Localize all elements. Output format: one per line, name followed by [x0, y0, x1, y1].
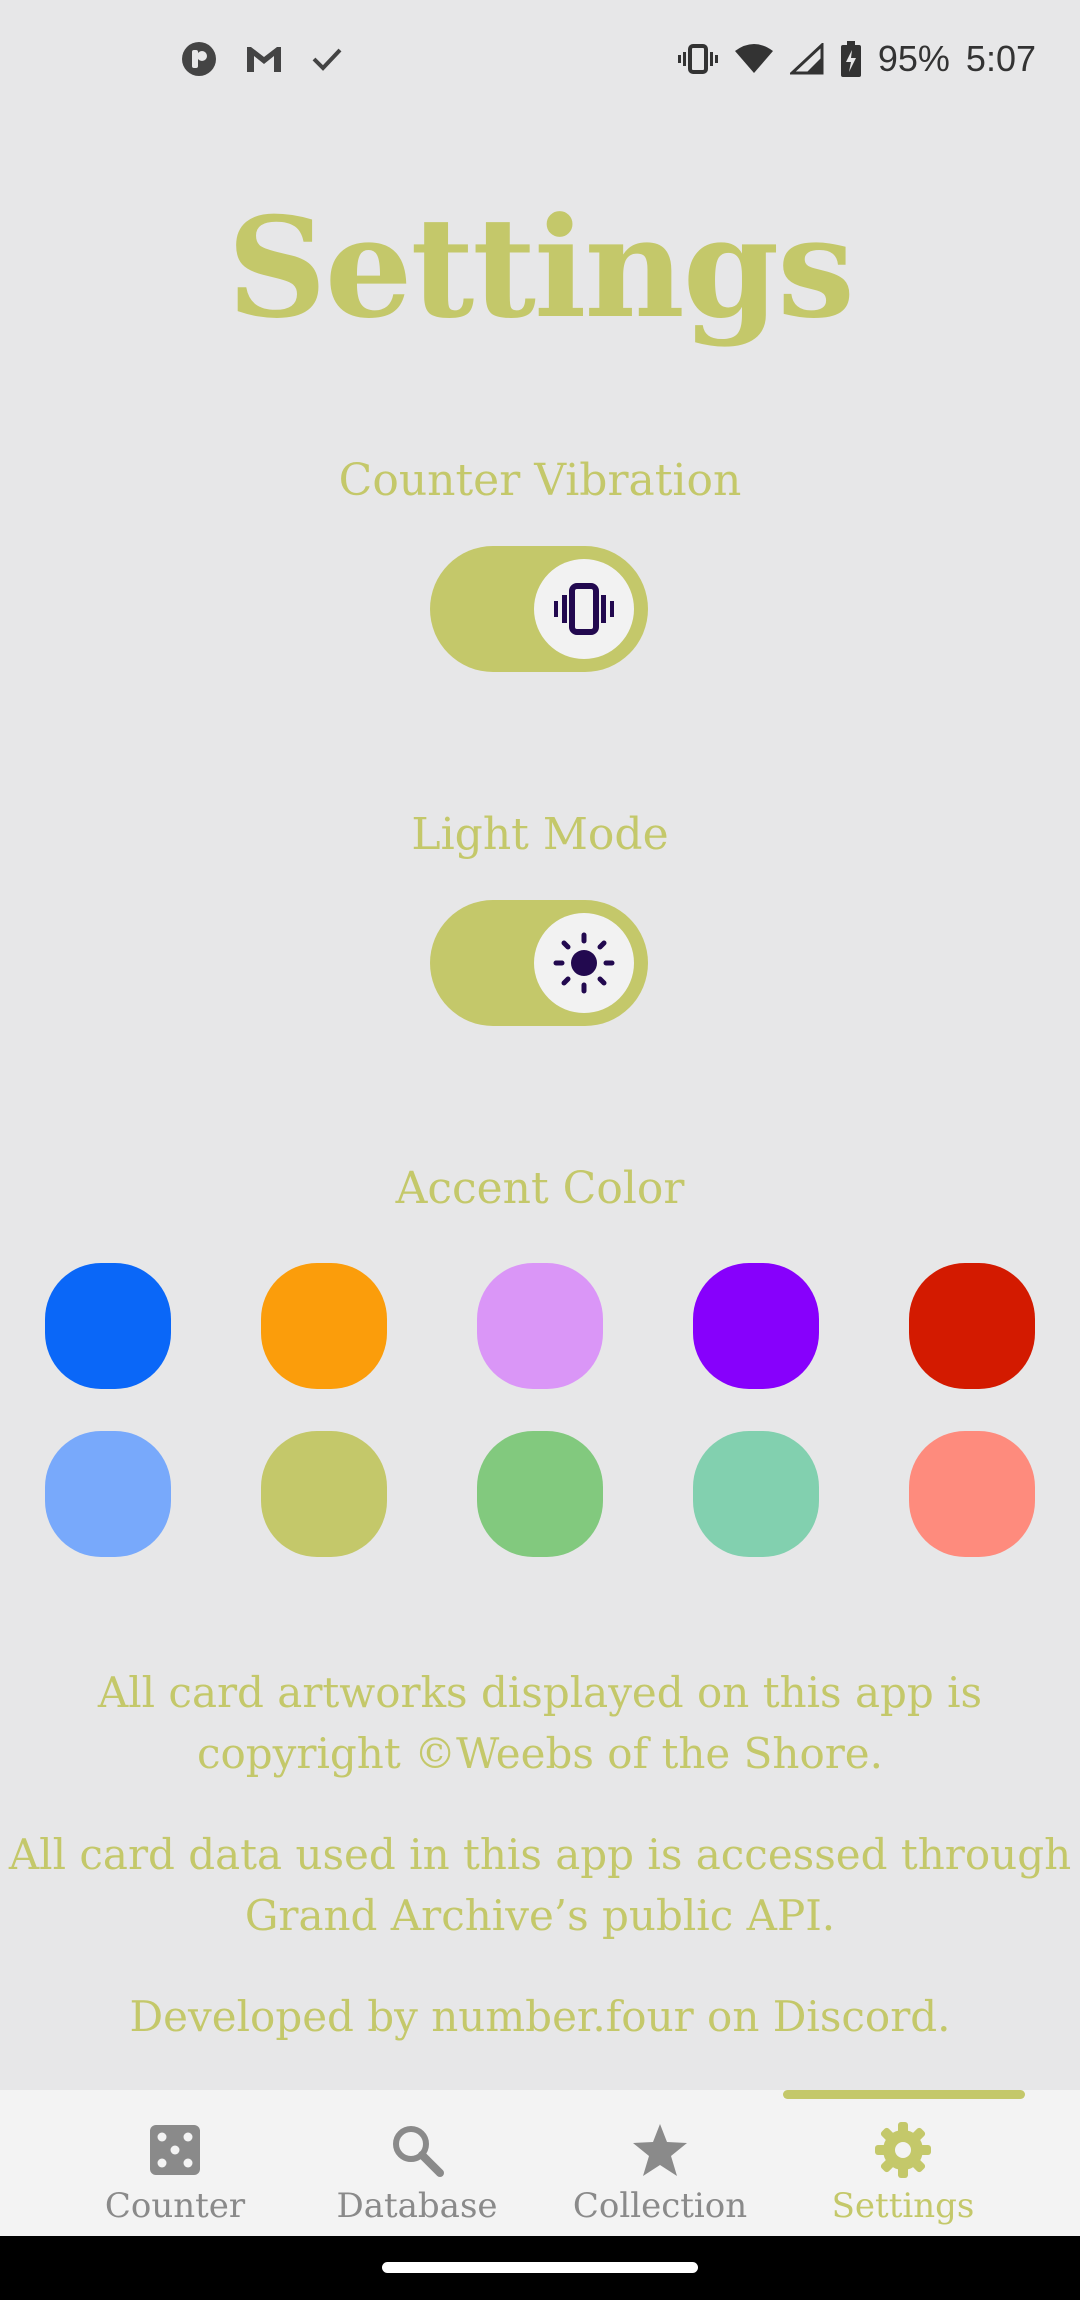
vibrate-icon: [677, 42, 718, 76]
nav-item-counter[interactable]: Counter: [55, 2120, 295, 2236]
nav-item-collection[interactable]: Collection: [540, 2120, 780, 2236]
status-bar: 95% 5:07: [0, 0, 1080, 120]
swatch-row: [45, 1263, 1035, 1389]
accent-swatch-olive[interactable]: [261, 1431, 387, 1557]
cell-signal-icon: [789, 43, 824, 75]
developer-credit: Developed by number.four on Discord.: [129, 1992, 951, 2041]
gmail-icon: [244, 43, 284, 75]
api-line-1: All card data used in this app is access…: [8, 1830, 1072, 1879]
nav-item-settings[interactable]: Settings: [783, 2120, 1023, 2236]
swatch-row: [45, 1431, 1035, 1557]
notification-icons: [180, 40, 344, 78]
vibration-label: Counter Vibration: [338, 455, 742, 506]
accent-swatch-salmon[interactable]: [909, 1431, 1035, 1557]
accent-swatch-orange[interactable]: [261, 1263, 387, 1389]
podcast-app-icon: [180, 40, 218, 78]
copyright-notice: All card artworks displayed on this app …: [0, 1662, 1080, 1784]
copyright-line-2: copyright ©Weebs of the Shore.: [196, 1729, 884, 1778]
page-title: Settings: [227, 186, 855, 349]
active-tab-indicator: [783, 2090, 1025, 2099]
accent-swatch-light-blue[interactable]: [45, 1431, 171, 1557]
star-icon: [631, 2122, 689, 2178]
accent-swatch-red[interactable]: [909, 1263, 1035, 1389]
sun-icon: [552, 931, 616, 995]
search-icon: [390, 2123, 444, 2177]
system-navigation-bar: [0, 2236, 1080, 2300]
vibrate-icon: [554, 583, 614, 635]
copyright-line-1: All card artworks displayed on this app …: [97, 1668, 983, 1717]
nav-label: Database: [336, 2186, 498, 2226]
clock-time: 5:07: [965, 38, 1036, 79]
api-line-2: Grand Archive’s public API.: [244, 1891, 836, 1940]
api-notice: All card data used in this app is access…: [0, 1824, 1080, 1946]
accent-swatch-green[interactable]: [477, 1431, 603, 1557]
light-mode-toggle[interactable]: [430, 900, 648, 1026]
battery-charging-icon: [840, 41, 862, 77]
check-icon: [310, 44, 344, 74]
accent-color-label: Accent Color: [395, 1163, 685, 1214]
light-mode-toggle-knob: [534, 913, 634, 1013]
battery-percent: 95%: [877, 38, 950, 79]
bottom-navigation: Counter Database Collection Settings: [0, 2090, 1080, 2236]
accent-swatch-blue[interactable]: [45, 1263, 171, 1389]
home-gesture-handle[interactable]: [382, 2262, 698, 2273]
vibration-toggle-knob: [534, 559, 634, 659]
accent-swatch-purple[interactable]: [693, 1263, 819, 1389]
accent-swatch-lilac[interactable]: [477, 1263, 603, 1389]
accent-swatch-teal[interactable]: [693, 1431, 819, 1557]
wifi-icon: [734, 43, 774, 75]
nav-label: Settings: [831, 2186, 975, 2226]
system-indicators: 95% 5:07: [677, 38, 1036, 80]
light-mode-label: Light Mode: [411, 809, 669, 860]
nav-label: Counter: [104, 2186, 246, 2226]
nav-label: Collection: [572, 2186, 748, 2226]
gear-icon: [874, 2121, 932, 2179]
vibration-toggle[interactable]: [430, 546, 648, 672]
dice-icon: [148, 2123, 202, 2177]
nav-item-database[interactable]: Database: [297, 2120, 537, 2236]
